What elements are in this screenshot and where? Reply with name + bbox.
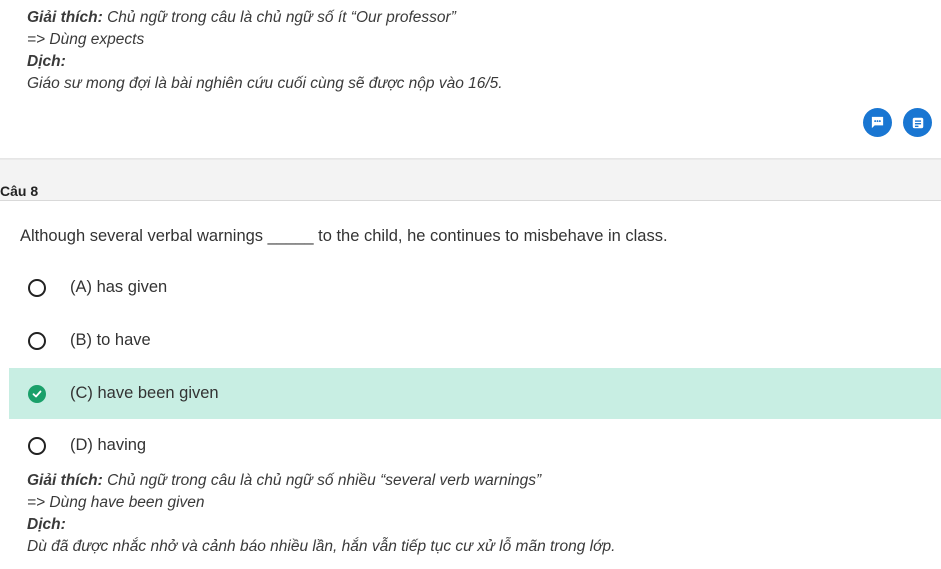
previous-translation-label-text: Dịch: <box>27 53 66 70</box>
comment-icon <box>871 116 884 129</box>
radio-icon[interactable] <box>28 436 46 455</box>
option-c[interactable]: (C) have been given <box>9 368 941 419</box>
checkmark-icon <box>32 390 42 397</box>
previous-explanation: Giải thích: Chủ ngữ trong câu là chủ ngữ… <box>27 7 503 95</box>
option-b[interactable]: (B) to have <box>9 315 941 366</box>
option-label: (A) has given <box>70 278 168 296</box>
explanation-line: Giải thích: Chủ ngữ trong câu là chủ ngữ… <box>27 470 615 492</box>
option-label: (C) have been given <box>70 384 219 402</box>
radio-icon[interactable] <box>28 331 46 350</box>
comment-button[interactable] <box>863 108 892 137</box>
option-label: (D) having <box>70 436 147 454</box>
quiz-page: Giải thích: Chủ ngữ trong câu là chủ ngữ… <box>0 0 941 569</box>
explanation-use: => Dùng have been given <box>27 494 205 511</box>
check-circle-icon[interactable] <box>28 384 46 403</box>
question-number: Câu 8 <box>0 183 39 199</box>
option-a[interactable]: (A) has given <box>9 262 941 313</box>
explanation: Giải thích: Chủ ngữ trong câu là chủ ngữ… <box>27 470 615 558</box>
radio-icon[interactable] <box>28 278 46 297</box>
note-icon <box>912 117 923 128</box>
question-header: Câu 8 <box>0 160 941 201</box>
option-d[interactable]: (D) having <box>9 420 941 471</box>
previous-explanation-line: Giải thích: Chủ ngữ trong câu là chủ ngữ… <box>27 7 503 29</box>
note-button[interactable] <box>903 108 932 137</box>
option-label: (B) to have <box>70 331 151 349</box>
explanation-label: Giải thích: <box>27 472 103 489</box>
translation-label-text: Dịch: <box>27 516 66 533</box>
previous-explanation-label: Giải thích: <box>27 9 103 26</box>
previous-translation-label: Dịch: <box>27 51 503 73</box>
previous-explanation-use: => Dùng expects <box>27 31 145 48</box>
question-text: Although several verbal warnings _____ t… <box>20 227 668 245</box>
previous-translation: Giáo sư mong đợi là bài nghiên cứu cuối … <box>27 75 503 92</box>
translation: Dù đã được nhắc nhở và cảnh báo nhiều lầ… <box>27 538 616 555</box>
translation-label: Dịch: <box>27 514 615 536</box>
explanation-text: Chủ ngữ trong câu là chủ ngữ số nhiều “s… <box>102 472 542 489</box>
previous-explanation-text: Chủ ngữ trong câu là chủ ngữ số ít “Our … <box>102 9 456 26</box>
